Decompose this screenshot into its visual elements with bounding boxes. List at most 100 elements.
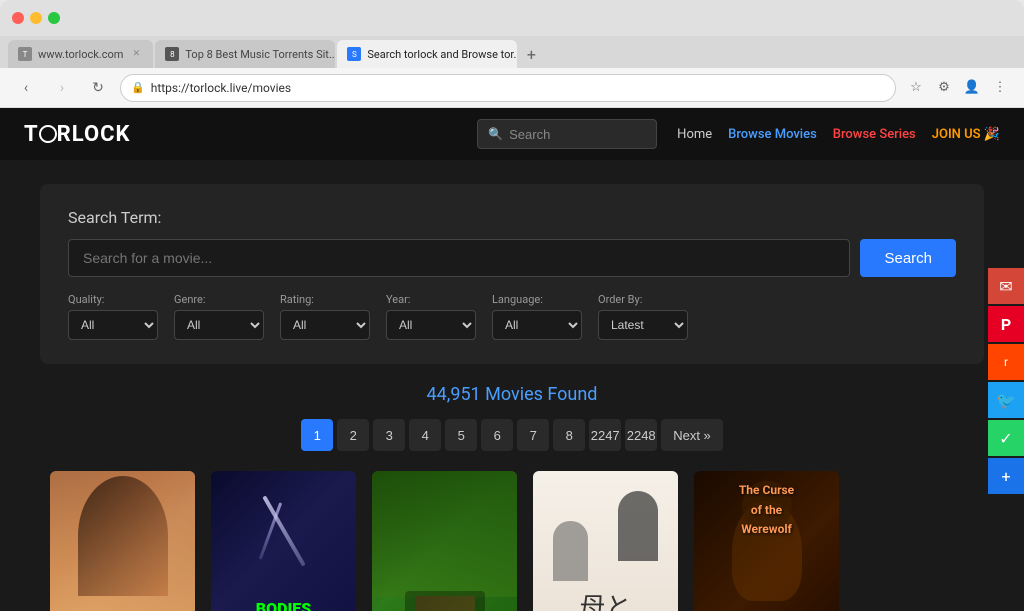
profile-icon[interactable]: 👤 xyxy=(960,76,984,100)
title-bar xyxy=(0,0,1024,36)
page-btn-8[interactable]: 8 xyxy=(553,419,585,451)
page-btn-2247[interactable]: 2247 xyxy=(589,419,621,451)
browser-window: T www.torlock.com ✕ 8 Top 8 Best Music T… xyxy=(0,0,1024,611)
movie-card-jumanji[interactable]: JUMANJI xyxy=(372,471,517,611)
movie-card-bodies-bodies-bodies[interactable]: BODIESBODIESBODIES xyxy=(211,471,356,611)
site-logo: TRLOCK xyxy=(24,122,131,147)
quality-label: Quality: xyxy=(68,293,158,306)
movie-card-japanese[interactable]: 母と暮せば xyxy=(533,471,678,611)
page-btn-3[interactable]: 3 xyxy=(373,419,405,451)
page-btn-2[interactable]: 2 xyxy=(337,419,369,451)
movie-title-werewolf: The Curseof theWerewolf xyxy=(739,483,794,536)
share-email-button[interactable]: ✉ xyxy=(988,268,1024,304)
tab-label-1: Top 8 Best Music Torrents Sit... xyxy=(185,48,335,61)
order-by-filter-group: Order By: Latest xyxy=(598,293,688,340)
genre-select[interactable]: All xyxy=(174,310,264,340)
nav-browse-series-link[interactable]: Browse Series xyxy=(833,127,916,142)
header-search-box[interactable]: 🔍 xyxy=(477,119,657,149)
share-reddit-button[interactable]: r xyxy=(988,344,1024,380)
quality-select[interactable]: All xyxy=(68,310,158,340)
tab-favicon-2: S xyxy=(347,47,361,61)
header-search-input[interactable] xyxy=(509,127,646,142)
nav-home-link[interactable]: Home xyxy=(677,127,712,142)
genre-label: Genre: xyxy=(174,293,264,306)
browser-tab-2[interactable]: S Search torlock and Browse tor... ✕ xyxy=(337,40,517,68)
page-btn-4[interactable]: 4 xyxy=(409,419,441,451)
page-btn-2248[interactable]: 2248 xyxy=(625,419,657,451)
nav-browse-movies-link[interactable]: Browse Movies xyxy=(728,127,817,142)
minimize-button[interactable] xyxy=(30,12,42,24)
search-section: Search Term: Search Quality: All Genre: xyxy=(40,184,984,364)
tab-favicon-0: T xyxy=(18,47,32,61)
menu-icon[interactable]: ⋮ xyxy=(988,76,1012,100)
tab-close-0[interactable]: ✕ xyxy=(129,47,143,61)
quality-filter-group: Quality: All xyxy=(68,293,158,340)
movie-title-bodies: BODIESBODIESBODIES xyxy=(256,599,312,611)
search-row: Search xyxy=(68,239,956,277)
new-tab-button[interactable]: + xyxy=(519,42,543,66)
share-whatsapp-button[interactable]: ✓ xyxy=(988,420,1024,456)
back-button[interactable]: ‹ xyxy=(12,74,40,102)
header-nav: Home Browse Movies Browse Series JOIN US… xyxy=(677,127,1000,142)
filters-row: Quality: All Genre: All Rating: xyxy=(68,293,956,340)
tab-favicon-1: 8 xyxy=(165,47,179,61)
more-share-icon: + xyxy=(1001,467,1010,486)
logo-o xyxy=(39,125,57,143)
forward-button[interactable]: › xyxy=(48,74,76,102)
extensions-icon[interactable]: ⚙ xyxy=(932,76,956,100)
email-icon: ✉ xyxy=(999,277,1012,296)
order-by-select[interactable]: Latest xyxy=(598,310,688,340)
year-filter-group: Year: All xyxy=(386,293,476,340)
address-text: https://torlock.live/movies xyxy=(151,81,291,95)
language-select[interactable]: All xyxy=(492,310,582,340)
movies-grid: After Ever Happy BODIESBODIESBODIES xyxy=(40,471,984,611)
pinterest-icon: P xyxy=(1001,315,1011,334)
share-more-button[interactable]: + xyxy=(988,458,1024,494)
bookmark-icon[interactable]: ☆ xyxy=(904,76,928,100)
language-filter-group: Language: All xyxy=(492,293,582,340)
maximize-button[interactable] xyxy=(48,12,60,24)
browser-tab-0[interactable]: T www.torlock.com ✕ xyxy=(8,40,153,68)
main-content: Search Term: Search Quality: All Genre: xyxy=(0,160,1024,611)
twitter-icon: 🐦 xyxy=(996,391,1016,410)
rating-filter-group: Rating: All xyxy=(280,293,370,340)
pagination: 1 2 3 4 5 6 7 8 2247 2248 Next » xyxy=(40,419,984,451)
tab-label-0: www.torlock.com xyxy=(38,48,123,61)
page-btn-5[interactable]: 5 xyxy=(445,419,477,451)
browser-nav-icons: ☆ ⚙ 👤 ⋮ xyxy=(904,76,1012,100)
movie-card-after-ever-happy[interactable]: After Ever Happy xyxy=(50,471,195,611)
nav-join-us-link[interactable]: JOIN US 🎉 xyxy=(932,127,1000,142)
page-btn-1[interactable]: 1 xyxy=(301,419,333,451)
share-pinterest-button[interactable]: P xyxy=(988,306,1024,342)
movie-search-input[interactable] xyxy=(68,239,850,277)
page-btn-7[interactable]: 7 xyxy=(517,419,549,451)
site-header: TRLOCK 🔍 Home Browse Movies Browse Serie… xyxy=(0,108,1024,160)
tabs-bar: T www.torlock.com ✕ 8 Top 8 Best Music T… xyxy=(0,36,1024,68)
close-button[interactable] xyxy=(12,12,24,24)
genre-filter-group: Genre: All xyxy=(174,293,264,340)
refresh-button[interactable]: ↻ xyxy=(84,74,112,102)
year-label: Year: xyxy=(386,293,476,306)
year-select[interactable]: All xyxy=(386,310,476,340)
rating-label: Rating: xyxy=(280,293,370,306)
next-page-button[interactable]: Next » xyxy=(661,419,723,451)
share-sidebar: ✉ P r 🐦 ✓ + xyxy=(988,268,1024,494)
search-button[interactable]: Search xyxy=(860,239,956,277)
movie-card-werewolf[interactable]: The Curseof theWerewolf xyxy=(694,471,839,611)
site-content: TRLOCK 🔍 Home Browse Movies Browse Serie… xyxy=(0,108,1024,611)
reddit-icon: r xyxy=(1004,355,1008,369)
share-twitter-button[interactable]: 🐦 xyxy=(988,382,1024,418)
page-btn-6[interactable]: 6 xyxy=(481,419,513,451)
lock-icon: 🔒 xyxy=(131,81,145,94)
search-term-label: Search Term: xyxy=(68,208,956,227)
tab-label-2: Search torlock and Browse tor... xyxy=(367,48,517,61)
results-count: 44,951 Movies Found xyxy=(40,384,984,405)
order-by-label: Order By: xyxy=(598,293,688,306)
traffic-lights xyxy=(12,12,60,24)
address-bar[interactable]: 🔒 https://torlock.live/movies xyxy=(120,74,896,102)
movie-title-japanese: 母と暮せば xyxy=(566,593,644,611)
rating-select[interactable]: All xyxy=(280,310,370,340)
whatsapp-icon: ✓ xyxy=(999,429,1012,448)
browser-tab-1[interactable]: 8 Top 8 Best Music Torrents Sit... ✕ xyxy=(155,40,335,68)
nav-bar: ‹ › ↻ 🔒 https://torlock.live/movies ☆ ⚙ … xyxy=(0,68,1024,108)
